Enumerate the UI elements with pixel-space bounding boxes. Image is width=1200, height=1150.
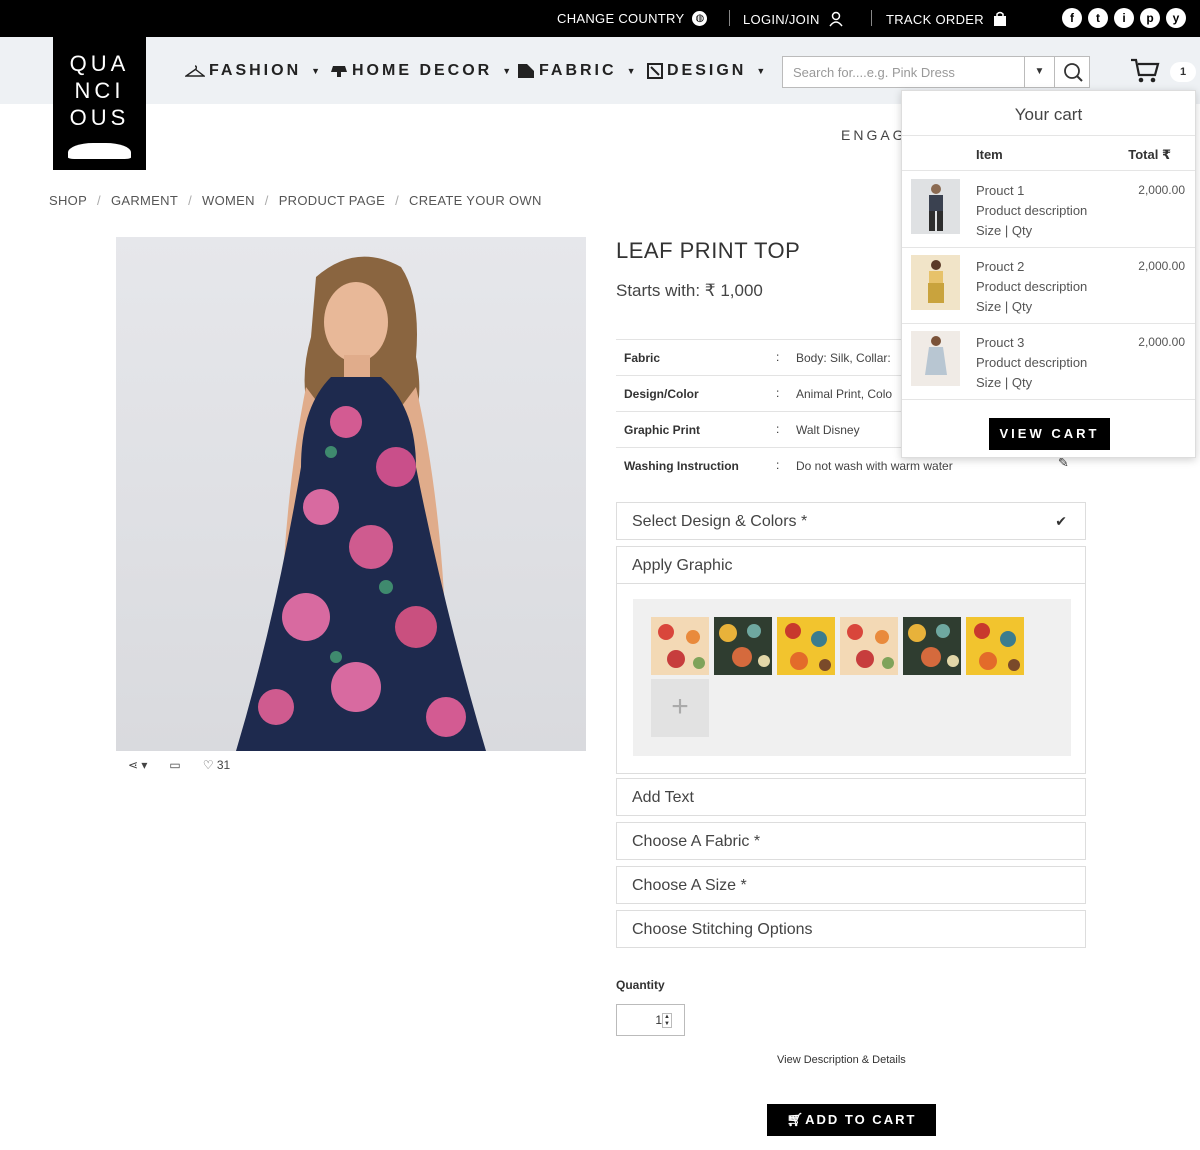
bag-icon [993,11,1006,26]
accordion-choose-fabric[interactable]: Choose A Fabric * [616,822,1086,860]
login-link[interactable]: LOGIN/JOIN [743,11,844,27]
quantity-stepper[interactable]: 1 ▲ ▼ [616,1004,685,1036]
track-order-link[interactable]: TRACK ORDER [886,11,1008,27]
chevron-down-icon: ▼ [502,66,512,76]
model-photo [236,256,486,751]
cart-item-thumbnail [911,331,960,386]
cart-dropdown-title: Your cart [1014,105,1083,124]
graphic-swatch[interactable] [840,617,898,675]
graphic-swatch[interactable] [651,617,709,675]
divider [871,10,872,26]
social-links: f t i p y [1062,8,1186,28]
quantity-label: Quantity [616,978,665,992]
change-country-link[interactable]: CHANGE COUNTRY ◍ [557,11,708,26]
breadcrumb-product-page[interactable]: PRODUCT PAGE [279,193,385,208]
add-graphic-button[interactable]: + [651,679,709,737]
lamp-icon [331,66,347,77]
logo-wave [68,143,131,159]
product-actions: ⋖ ▾ ▭ ♡ 31 [128,758,230,772]
breadcrumb-garment[interactable]: GARMENT [111,193,178,208]
engage-link[interactable]: ENGAG [841,127,907,143]
like-button[interactable]: ♡ 31 [203,758,230,772]
top-bar: CHANGE COUNTRY ◍ LOGIN/JOIN TRACK ORDER … [0,0,1200,37]
checkmark-icon: ✔ [1055,513,1067,529]
facebook-icon[interactable]: f [1062,8,1082,28]
share-icon[interactable]: ⋖ ▾ [128,758,147,772]
view-description-link[interactable]: View Description & Details [777,1054,906,1066]
heart-icon: ♡ [202,758,214,772]
quantity-value[interactable]: 1 [655,1013,662,1027]
cart-table-header: Item Total ₹ [902,135,1195,171]
nav-design[interactable]: DESIGN ▼ [647,62,765,80]
site-logo[interactable]: QUA NCI OUS [53,37,146,170]
nav-home-decor[interactable]: HOME DECOR ▼ [330,62,511,80]
nav-fabric[interactable]: FABRIC ▼ [517,62,635,80]
search-bar: ▼ [782,56,1090,88]
youtube-icon[interactable]: y [1166,8,1186,28]
design-icon [647,63,663,79]
graphic-panel: + [616,584,1086,774]
search-input[interactable] [783,57,1023,87]
view-cart-button[interactable]: VIEW CART [989,418,1110,450]
fabric-icon [518,64,534,78]
accordion-apply-graphic[interactable]: Apply Graphic [616,546,1086,584]
instagram-icon[interactable]: i [1114,8,1134,28]
breadcrumb-create-your-own: CREATE YOUR OWN [409,193,542,208]
globe-icon: ◍ [692,11,708,26]
spin-arrows-icon[interactable]: ▲ ▼ [662,1013,672,1028]
search-category-dropdown[interactable]: ▼ [1024,57,1054,87]
user-icon [829,11,843,27]
divider [729,10,730,26]
cart-dropdown: Your cart Item Total ₹ Prouct 1 Product … [901,90,1196,458]
add-to-cart-button[interactable]: 🛒︎ADD TO CART [767,1104,936,1136]
accordion-select-design[interactable]: Select Design & Colors * ✔ [616,502,1086,540]
plus-icon: + [671,690,689,723]
chevron-down-icon: ▼ [626,66,636,76]
cart-count-badge[interactable]: 1 [1170,62,1196,82]
cart-item[interactable]: Prouct 2 Product description Size | Qty … [902,248,1195,324]
graphic-swatch[interactable] [903,617,961,675]
cart-item-thumbnail [911,179,960,234]
product-image[interactable] [116,237,586,751]
graphic-swatch[interactable] [966,617,1024,675]
cart-item[interactable]: Prouct 3 Product description Size | Qty … [902,324,1195,400]
breadcrumb: SHOP / GARMENT / WOMEN / PRODUCT PAGE / CREA… [49,193,542,208]
breadcrumb-shop[interactable]: SHOP [49,193,87,208]
graphic-swatch[interactable] [714,617,772,675]
twitter-icon[interactable]: t [1088,8,1108,28]
hanger-icon [185,65,205,77]
cart-icon: 🛒︎ [786,1112,806,1127]
accordion-add-text[interactable]: Add Text [616,778,1086,816]
pinterest-icon[interactable]: p [1140,8,1160,28]
product-price: Starts with: ₹ 1,000 [616,281,763,300]
chevron-down-icon: ▼ [756,66,766,76]
cart-item-thumbnail [911,255,960,310]
accordion-choose-size[interactable]: Choose A Size * [616,866,1086,904]
product-title: LEAF PRINT TOP [616,238,801,263]
folder-icon[interactable]: ▭ [169,758,180,772]
graphic-swatch-grid: + [633,599,1071,756]
accordion-stitching-options[interactable]: Choose Stitching Options [616,910,1086,948]
search-icon [1064,63,1083,82]
nav-fashion[interactable]: FASHION ▼ [185,62,320,80]
graphic-swatch[interactable] [777,617,835,675]
breadcrumb-women[interactable]: WOMEN [202,193,255,208]
search-button[interactable] [1054,57,1090,87]
chevron-down-icon: ▼ [311,66,321,76]
cart-icon[interactable] [1130,58,1160,84]
cart-item[interactable]: Prouct 1 Product description Size | Qty … [902,172,1195,248]
